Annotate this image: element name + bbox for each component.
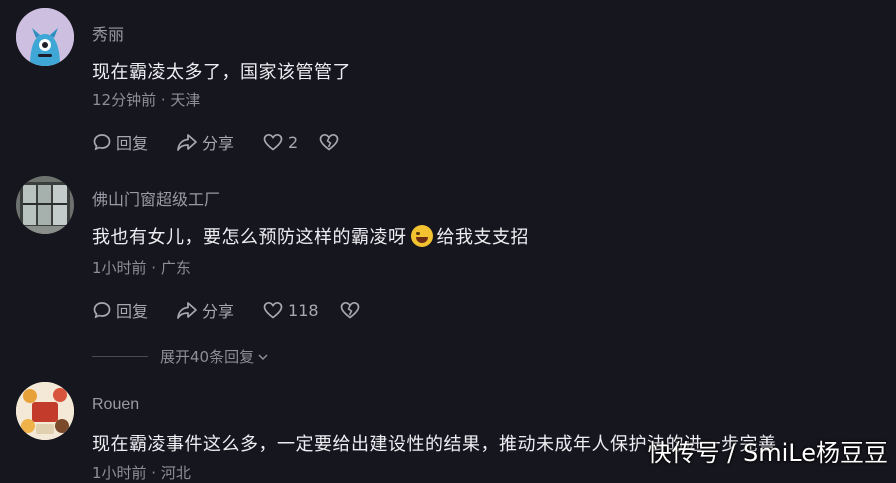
- heart-icon: [263, 133, 283, 151]
- broken-heart-icon: [340, 301, 359, 319]
- share-label: 分享: [202, 134, 235, 153]
- comment-meta: 1小时前 · 河北: [92, 464, 191, 482]
- comment-username[interactable]: Rouen: [92, 396, 139, 414]
- share-arrow-icon: [177, 302, 197, 319]
- share-button[interactable]: 分享: [176, 298, 234, 322]
- comment-bubble-icon: [93, 302, 111, 319]
- comment-text: 我也有女儿，要怎么预防这样的霸凌呀 给我支支招: [92, 223, 529, 249]
- dislike-button[interactable]: [339, 300, 365, 320]
- comment-bubble-icon: [93, 134, 111, 151]
- share-label: 分享: [202, 302, 235, 321]
- divider: [92, 356, 148, 357]
- laughing-emoji-icon: [410, 225, 433, 247]
- heart-icon: [263, 301, 283, 319]
- comment-actions: 回复 分享 118: [92, 299, 393, 321]
- avatar[interactable]: [16, 382, 74, 440]
- reply-button[interactable]: 回复: [92, 298, 148, 322]
- avatar[interactable]: [16, 8, 74, 66]
- reply-button[interactable]: 回复: [92, 130, 148, 154]
- avatar[interactable]: [16, 176, 74, 234]
- monster-avatar-icon: [16, 8, 74, 66]
- comment-text-part: 我也有女儿，要怎么预防这样的霸凌呀: [92, 227, 407, 248]
- comment-item: 佛山门窗超级工厂 我也有女儿，要怎么预防这样的霸凌呀 给我支支招 1小时前 · 广…: [0, 170, 896, 370]
- comment-text: 现在霸凌太多了，国家该管管了: [92, 62, 351, 83]
- broken-heart-icon: [319, 133, 339, 151]
- like-button[interactable]: 2: [262, 132, 298, 152]
- watermark: 快传号 / SmiLe杨豆豆: [647, 439, 888, 467]
- comment-item: 秀丽 现在霸凌太多了，国家该管管了 12分钟前 · 天津 回复 分享 2: [0, 0, 896, 170]
- chevron-down-icon: [258, 353, 268, 360]
- like-count: 2: [288, 132, 299, 152]
- dislike-button[interactable]: [318, 132, 344, 152]
- comment-meta: 1小时前 · 广东: [92, 259, 191, 277]
- share-arrow-icon: [177, 134, 197, 151]
- comment-actions: 回复 分享 2: [92, 131, 372, 153]
- comment-username[interactable]: 佛山门窗超级工厂: [92, 186, 220, 210]
- comment-text-part: 给我支支招: [436, 227, 529, 248]
- share-button[interactable]: 分享: [176, 130, 234, 154]
- expand-replies-label: 展开40条回复: [160, 348, 255, 366]
- reply-label: 回复: [116, 302, 149, 321]
- comment-meta: 12分钟前 · 天津: [92, 91, 201, 109]
- like-count: 118: [288, 300, 319, 320]
- expand-replies-button[interactable]: 展开40条回复: [92, 346, 270, 367]
- like-button[interactable]: 118: [262, 300, 319, 320]
- reply-label: 回复: [116, 134, 149, 153]
- window-factory-avatar-icon: [16, 176, 74, 234]
- cartoon-food-avatar-icon: [16, 382, 74, 440]
- comment-username[interactable]: 秀丽: [92, 21, 124, 45]
